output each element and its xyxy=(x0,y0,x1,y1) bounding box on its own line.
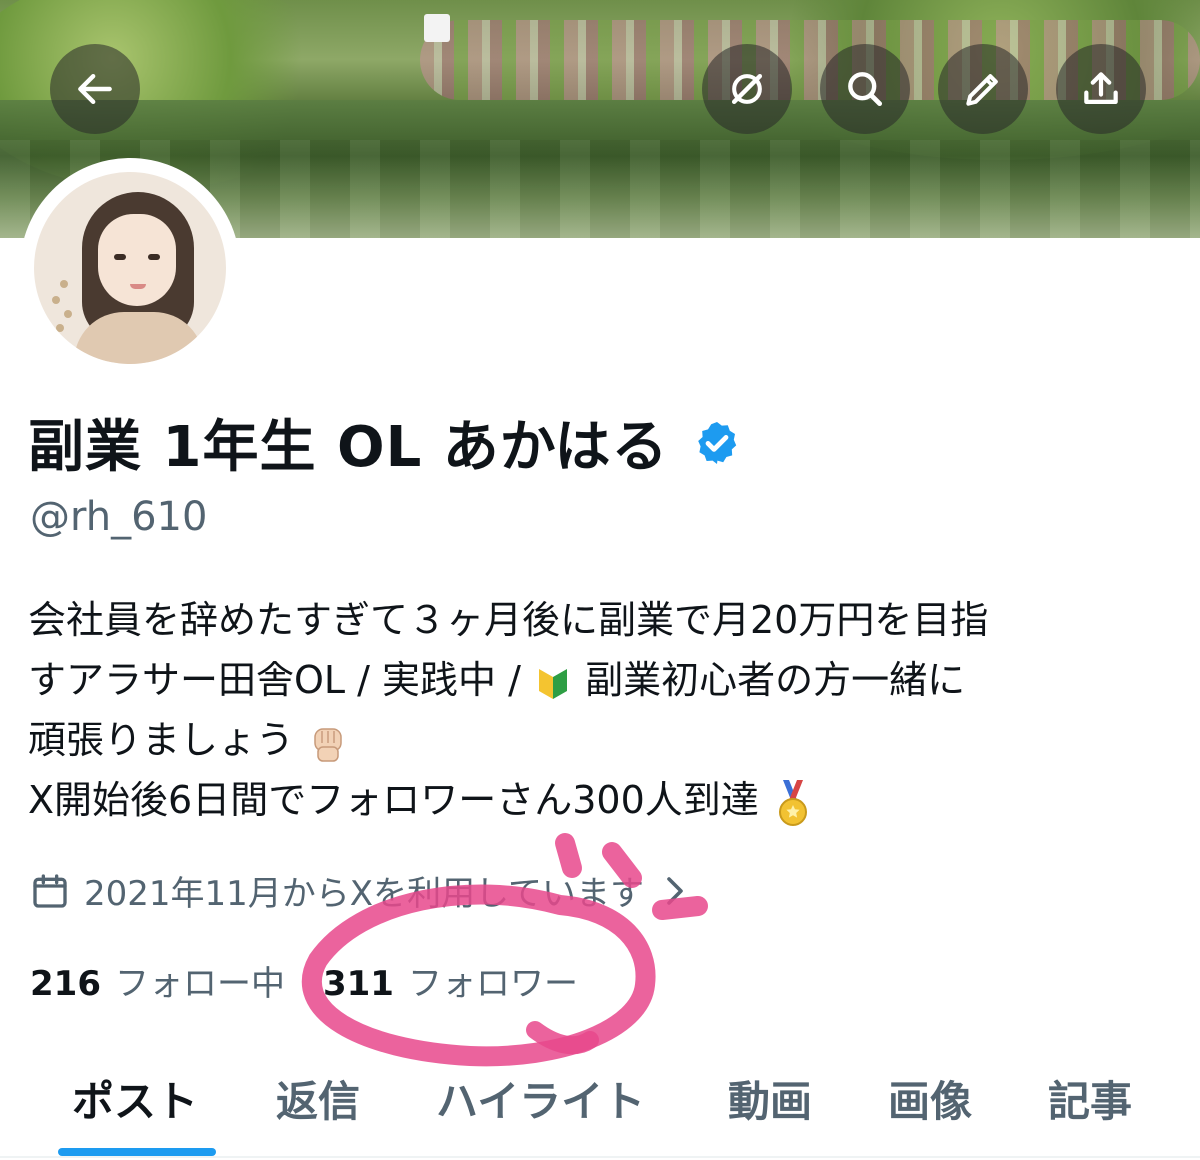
grok-button[interactable] xyxy=(702,44,792,134)
tab-posts[interactable]: ポスト xyxy=(72,1068,198,1129)
bio-line: 頑張りましょう xyxy=(28,710,1178,770)
followers-count: 311 xyxy=(322,964,394,1004)
avatar-illustration xyxy=(34,172,226,364)
grok-icon xyxy=(731,73,763,105)
follow-stats: 216 フォロー中 311 フォロワー xyxy=(30,956,578,1005)
bio-text: 副業初心者の方一緒に xyxy=(585,658,966,702)
share-button[interactable] xyxy=(1056,44,1146,134)
search-button[interactable] xyxy=(820,44,910,134)
beginner-mark-icon xyxy=(539,668,568,699)
profile-name-row: 副業 1年生 OL あかはる xyxy=(28,402,741,483)
search-icon xyxy=(848,72,883,107)
profile-tabs: ポスト 返信 ハイライト 動画 画像 記事 xyxy=(0,1050,1200,1160)
followers-label: フォロワー xyxy=(407,964,578,1004)
following-link[interactable]: 216 フォロー中 xyxy=(30,956,285,1005)
tab-videos[interactable]: 動画 xyxy=(728,1068,812,1129)
joined-date-row[interactable]: 2021年11月からXを利用しています xyxy=(30,866,702,915)
calendar-icon xyxy=(33,873,67,908)
following-label: フォロー中 xyxy=(114,964,285,1004)
verified-badge-icon[interactable] xyxy=(693,419,741,467)
joined-date: 2021年11月からXを利用しています xyxy=(84,874,645,914)
tab-images[interactable]: 画像 xyxy=(888,1068,972,1129)
bio-line: すアラサー田舎OL / 実践中 / 副業初心者の方一緒に xyxy=(28,650,1178,710)
raised-fist-icon xyxy=(314,727,342,762)
avatar[interactable] xyxy=(20,158,240,378)
share-icon xyxy=(1084,72,1118,104)
tabs-divider xyxy=(0,1156,1200,1158)
arrow-left-icon xyxy=(78,73,112,105)
banner-bench xyxy=(424,14,450,42)
bio-text: 頑張りましょう xyxy=(28,718,295,762)
bio-line: X開始後6日間でフォロワーさん300人到達 xyxy=(28,770,1178,830)
profile-handle: @rh_610 xyxy=(30,494,208,540)
chevron-right-icon xyxy=(667,876,683,905)
bio-line: 会社員を辞めたすぎて３ヶ月後に副業で月20万円を目指 xyxy=(28,598,989,642)
edit-icon xyxy=(966,74,998,106)
active-tab-indicator xyxy=(58,1148,216,1156)
back-button[interactable] xyxy=(50,44,140,134)
edit-button[interactable] xyxy=(938,44,1028,134)
tab-highlights[interactable]: ハイライト xyxy=(436,1068,645,1129)
medal-icon xyxy=(778,779,807,826)
profile-name: 副業 1年生 OL あかはる xyxy=(28,415,669,480)
profile-bio: 会社員を辞めたすぎて３ヶ月後に副業で月20万円を目指 すアラサー田舎OL / 実… xyxy=(28,590,1178,830)
following-count: 216 xyxy=(30,964,101,1004)
tab-articles[interactable]: 記事 xyxy=(1048,1068,1132,1129)
tab-replies[interactable]: 返信 xyxy=(276,1068,360,1129)
bio-text: すアラサー田舎OL / 実践中 / xyxy=(28,658,521,702)
followers-link[interactable]: 311 フォロワー xyxy=(323,956,578,1005)
bio-text: X開始後6日間でフォロワーさん300人到達 xyxy=(28,778,759,822)
